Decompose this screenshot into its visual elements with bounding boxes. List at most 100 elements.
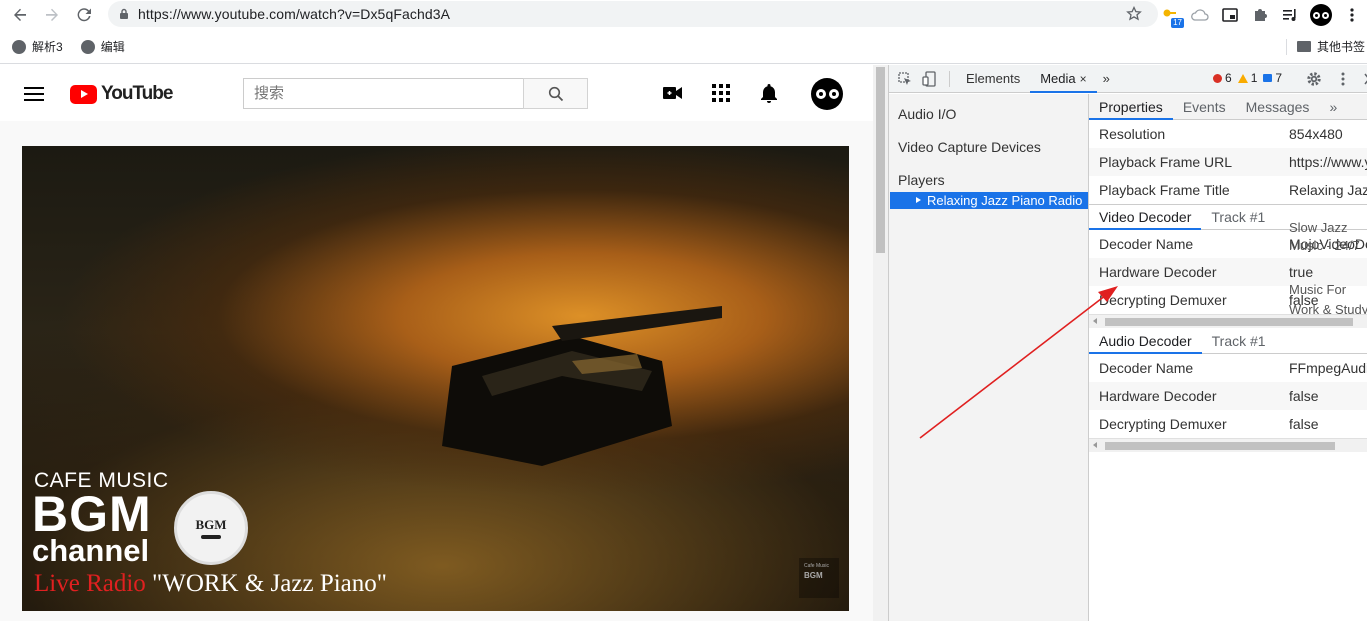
- bookmark-label: 编辑: [100, 40, 125, 54]
- video-live-radio-title: Live Radio "WORK & Jazz Piano": [34, 570, 387, 598]
- folder-icon: [1297, 41, 1311, 52]
- property-value: https://www.youtube.com/watch?v=Dx5qFach…: [1289, 154, 1367, 170]
- inspect-element-icon[interactable]: [897, 71, 913, 87]
- other-bookmarks-label: 其他书签: [1317, 40, 1366, 54]
- url-text: https://www.youtube.com/watch?v=Dx5qFach…: [138, 6, 451, 22]
- scrollbar-thumb[interactable]: [1105, 442, 1335, 450]
- notifications-bell-icon[interactable]: [759, 83, 779, 103]
- divider: [1286, 38, 1287, 55]
- tab-audio-track-1[interactable]: Track #1: [1202, 328, 1276, 354]
- globe-icon: [80, 39, 95, 54]
- watermark-line: BGM: [804, 571, 823, 580]
- property-key: Playback Frame URL: [1099, 154, 1233, 170]
- forward-button[interactable]: [38, 1, 66, 29]
- settings-gear-icon[interactable]: [1306, 71, 1322, 87]
- reload-button[interactable]: [70, 1, 98, 29]
- video-player[interactable]: CAFE MUSIC BGM channel BGM Live Radio "W…: [22, 146, 849, 611]
- chrome-menu-icon[interactable]: [1342, 5, 1362, 25]
- media-details: Properties Events Messages » Resolution 8…: [1089, 94, 1367, 621]
- bookmark-star-icon[interactable]: [1126, 6, 1142, 22]
- extensions-puzzle-icon[interactable]: [1250, 5, 1270, 25]
- property-key: Decoder Name: [1099, 236, 1194, 252]
- bgm-logo-text: BGM: [195, 517, 227, 532]
- youtube-header: YouTube: [0, 65, 873, 121]
- channel-watermark[interactable]: Cafe Music BGM: [799, 558, 839, 598]
- picture-in-picture-icon[interactable]: [1220, 5, 1240, 25]
- player-label: Relaxing Jazz Piano Radio: [927, 193, 1083, 208]
- sidebar-item-video-capture[interactable]: Video Capture Devices: [898, 139, 1041, 155]
- device-toolbar-icon[interactable]: [921, 70, 937, 87]
- property-value: FFmpegAudioDecoder: [1289, 360, 1367, 376]
- page-scrollbar[interactable]: [873, 65, 888, 621]
- tab-video-decoder[interactable]: Video Decoder: [1089, 204, 1202, 230]
- bookmark-item[interactable]: 解析3: [12, 38, 63, 55]
- more-tabs-icon[interactable]: »: [1097, 65, 1116, 93]
- console-status[interactable]: 6 1 7: [1213, 71, 1282, 85]
- property-key: Decrypting Demuxer: [1099, 416, 1227, 432]
- player-subtabs: Properties Events Messages »: [1089, 94, 1367, 120]
- bgm-channel-logo: BGM: [174, 491, 248, 565]
- cloud-icon[interactable]: [1190, 5, 1210, 25]
- error-count: 6: [1225, 71, 1232, 85]
- work-jazz-piano-text: "WORK & Jazz Piano": [152, 570, 387, 597]
- create-video-icon[interactable]: [663, 83, 683, 103]
- property-row: Playback Frame Title Relaxing Jazz Piano …: [1089, 176, 1367, 204]
- property-row: Hardware Decoder false: [1089, 382, 1367, 410]
- close-tab-icon[interactable]: ×: [1080, 72, 1087, 86]
- tab-elements[interactable]: Elements: [956, 65, 1030, 93]
- scroll-left-icon[interactable]: [1093, 318, 1097, 324]
- scrollbar-thumb[interactable]: [876, 67, 885, 253]
- property-key: Playback Frame Title: [1099, 182, 1230, 198]
- error-icon: [1213, 73, 1222, 83]
- turntable-tonearm-image: [442, 306, 722, 466]
- tab-video-track-1[interactable]: Track #1: [1201, 204, 1275, 230]
- menu-icon[interactable]: [24, 87, 44, 101]
- address-bar[interactable]: https://www.youtube.com/watch?v=Dx5qFach…: [108, 1, 1158, 27]
- scroll-left-icon[interactable]: [1093, 442, 1097, 448]
- profile-avatar[interactable]: [1310, 4, 1332, 26]
- devtools-menu-icon[interactable]: [1335, 71, 1351, 87]
- mustache-icon: [201, 535, 221, 539]
- lock-icon: [120, 8, 128, 19]
- sidebar-section-players: Players: [898, 172, 945, 188]
- bookmark-item[interactable]: 编辑: [80, 38, 125, 55]
- tab-events[interactable]: Events: [1173, 94, 1236, 120]
- arrow-right-icon: [46, 8, 58, 21]
- bookmarks-bar: 解析3 编辑 其他书签: [0, 30, 1367, 64]
- overflow-title-text: Music For: [1289, 282, 1347, 297]
- sidebar-item-player[interactable]: Relaxing Jazz Piano Radio: [890, 192, 1088, 209]
- devtools-panel: Elements Media × » 6 1 7 Audio I/O Video …: [888, 65, 1367, 621]
- tab-media-label: Media: [1040, 70, 1076, 86]
- sidebar-item-audio-io[interactable]: Audio I/O: [898, 106, 956, 122]
- tab-audio-decoder[interactable]: Audio Decoder: [1089, 328, 1202, 354]
- tab-messages[interactable]: Messages: [1236, 94, 1320, 120]
- search-button[interactable]: [523, 78, 588, 109]
- search-input[interactable]: [243, 78, 524, 109]
- apps-grid-icon[interactable]: [711, 83, 731, 103]
- back-button[interactable]: [6, 1, 34, 29]
- live-radio-text: Live Radio: [34, 570, 146, 597]
- youtube-logo[interactable]: YouTube: [70, 83, 173, 105]
- media-queue-icon[interactable]: [1280, 5, 1300, 25]
- extension-key-icon[interactable]: 17: [1160, 5, 1184, 28]
- other-bookmarks[interactable]: 其他书签: [1286, 38, 1365, 55]
- extension-icons: 17: [1160, 2, 1362, 28]
- property-key: Resolution: [1099, 126, 1166, 142]
- user-avatar[interactable]: [811, 78, 843, 110]
- search-icon: [548, 86, 563, 101]
- tab-media[interactable]: Media ×: [1030, 65, 1097, 93]
- property-row: Decoder Name FFmpegAudioDecoder: [1089, 354, 1367, 382]
- horizontal-scrollbar[interactable]: [1089, 314, 1367, 328]
- devtools-tabbar: Elements Media × » 6 1 7: [889, 65, 1367, 93]
- more-subtabs-icon[interactable]: »: [1319, 94, 1347, 120]
- bookmark-label: 解析3: [32, 40, 63, 54]
- property-value: false: [1289, 416, 1319, 432]
- property-value: 854x480: [1289, 126, 1343, 142]
- horizontal-scrollbar[interactable]: [1089, 438, 1367, 452]
- tab-properties[interactable]: Properties: [1089, 94, 1173, 120]
- owl-eyes-icon: [1313, 11, 1329, 19]
- property-value: false: [1289, 388, 1319, 404]
- scrollbar-thumb[interactable]: [1105, 318, 1353, 326]
- audio-decoder-tabs: Audio Decoder Track #1: [1089, 328, 1367, 354]
- close-devtools-icon[interactable]: [1361, 71, 1367, 87]
